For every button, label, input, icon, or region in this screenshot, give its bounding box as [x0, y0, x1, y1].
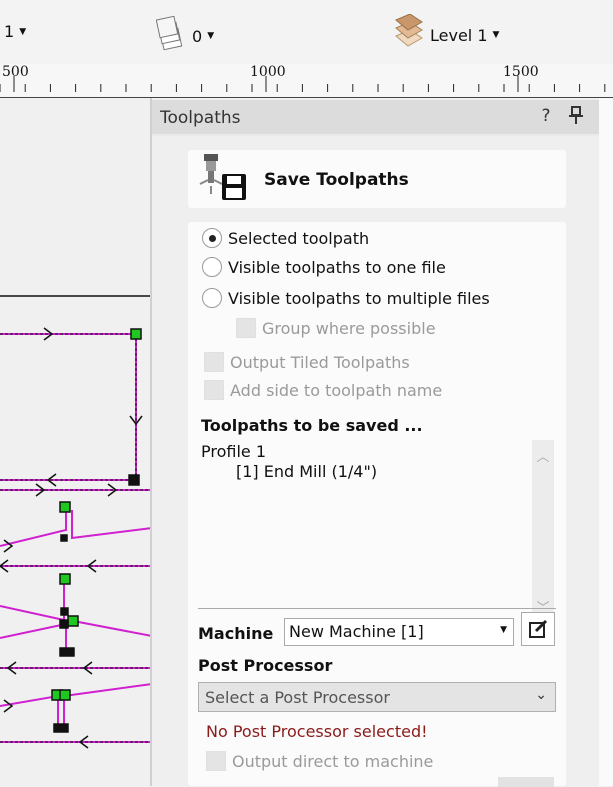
- panel-header: Toolpaths ?: [152, 100, 599, 134]
- radio-selected-toolpath[interactable]: Selected toolpath: [202, 228, 369, 248]
- drawing-canvas[interactable]: [0, 98, 152, 786]
- checkbox[interactable]: [204, 380, 224, 400]
- right-strip: [599, 98, 613, 786]
- chevron-down-icon: ▼: [492, 30, 500, 40]
- checkbox[interactable]: [204, 352, 224, 372]
- chevron-down-icon: ⌄: [535, 687, 547, 703]
- toolpath-list[interactable]: Profile 1 [1] End Mill (1/4") ︿ ﹀: [188, 440, 554, 620]
- post-processor-select[interactable]: Select a Post Processor ⌄: [198, 682, 556, 712]
- checkbox-output-tiled-label: Output Tiled Toolpaths: [230, 352, 410, 372]
- machine-label: Machine: [198, 624, 274, 643]
- checkbox[interactable]: [206, 751, 226, 771]
- radio-button[interactable]: [202, 257, 222, 277]
- post-processor-select-value: Select a Post Processor: [205, 688, 390, 707]
- radio-visible-one-file-label: Visible toolpaths to one file: [228, 257, 446, 277]
- toolpaths-panel: Toolpaths ? Save Toolpaths Selected tool…: [152, 100, 599, 787]
- machine-select[interactable]: New Machine [1] ▼: [284, 618, 514, 646]
- panel-title: Toolpaths: [160, 108, 241, 128]
- machine-select-value: New Machine [1]: [289, 622, 424, 641]
- checkbox-group-where-possible[interactable]: Group where possible: [236, 318, 436, 338]
- radio-visible-multiple-files-label: Visible toolpaths to multiple files: [228, 288, 490, 308]
- edit-machine-button[interactable]: [521, 612, 555, 646]
- chevron-down-icon: ▼: [500, 625, 507, 635]
- radio-selected-toolpath-label: Selected toolpath: [228, 228, 370, 248]
- post-processor-error: No Post Processor selected!: [206, 722, 428, 741]
- toolpath-drawing: [0, 295, 152, 749]
- save-toolpaths-card: Save Toolpaths: [188, 150, 566, 208]
- checkbox-group-label: Group where possible: [262, 318, 436, 338]
- edit-icon: [529, 619, 548, 638]
- toolbar-dropdown-1[interactable]: 1 ▼: [4, 22, 26, 41]
- radio-button[interactable]: [202, 288, 222, 308]
- top-toolbar: 1 ▼ 0 ▼ Level 1 ▼: [0, 0, 613, 64]
- horizontal-ruler: 500 1000 1500: [0, 64, 613, 98]
- level-stack-icon: [392, 13, 426, 56]
- ruler-label-500: 500: [2, 64, 29, 80]
- toolbar-dropdown-1-label: 1: [4, 22, 15, 41]
- checkbox-output-tiled[interactable]: Output Tiled Toolpaths: [204, 352, 410, 372]
- checkbox-output-direct[interactable]: Output direct to machine: [206, 751, 433, 771]
- save-toolpaths-title: Save Toolpaths: [264, 170, 409, 190]
- chevron-down-icon: ▼: [19, 26, 27, 37]
- checkbox-output-direct-label: Output direct to machine: [232, 751, 434, 771]
- scroll-up-icon[interactable]: ︿: [532, 446, 554, 465]
- radio-button-checked[interactable]: [202, 228, 222, 248]
- to-be-saved-title: Toolpaths to be saved ...: [201, 416, 423, 435]
- radio-visible-multiple-files[interactable]: Visible toolpaths to multiple files: [202, 288, 490, 308]
- save-toolpaths-icon: [196, 154, 248, 206]
- ruler-label-1000: 1000: [250, 64, 286, 80]
- level-dropdown-label: Level 1: [430, 25, 488, 45]
- checkbox-add-side-label: Add side to toolpath name: [230, 380, 443, 400]
- divider-line: [198, 608, 556, 609]
- layers-icon: [155, 15, 190, 56]
- chevron-down-icon: ▼: [207, 31, 215, 41]
- post-processor-label: Post Processor: [198, 656, 333, 675]
- list-item-end-mill[interactable]: [1] End Mill (1/4"): [236, 462, 377, 481]
- layers-dropdown[interactable]: 0 ▼: [155, 15, 215, 56]
- help-button[interactable]: ?: [536, 106, 556, 126]
- checkbox[interactable]: [236, 318, 256, 338]
- checkbox-add-side[interactable]: Add side to toolpath name: [204, 380, 442, 400]
- level-dropdown[interactable]: Level 1 ▼: [392, 13, 500, 56]
- pin-icon[interactable]: [566, 106, 586, 129]
- list-group-profile: Profile 1: [201, 442, 267, 461]
- radio-visible-one-file[interactable]: Visible toolpaths to one file: [202, 257, 446, 277]
- ruler-label-1500: 1500: [503, 64, 539, 80]
- list-scrollbar[interactable]: ︿ ﹀: [532, 440, 554, 620]
- panel-body: Save Toolpaths Selected toolpath Visible…: [152, 136, 599, 787]
- layers-dropdown-label: 0: [192, 26, 203, 46]
